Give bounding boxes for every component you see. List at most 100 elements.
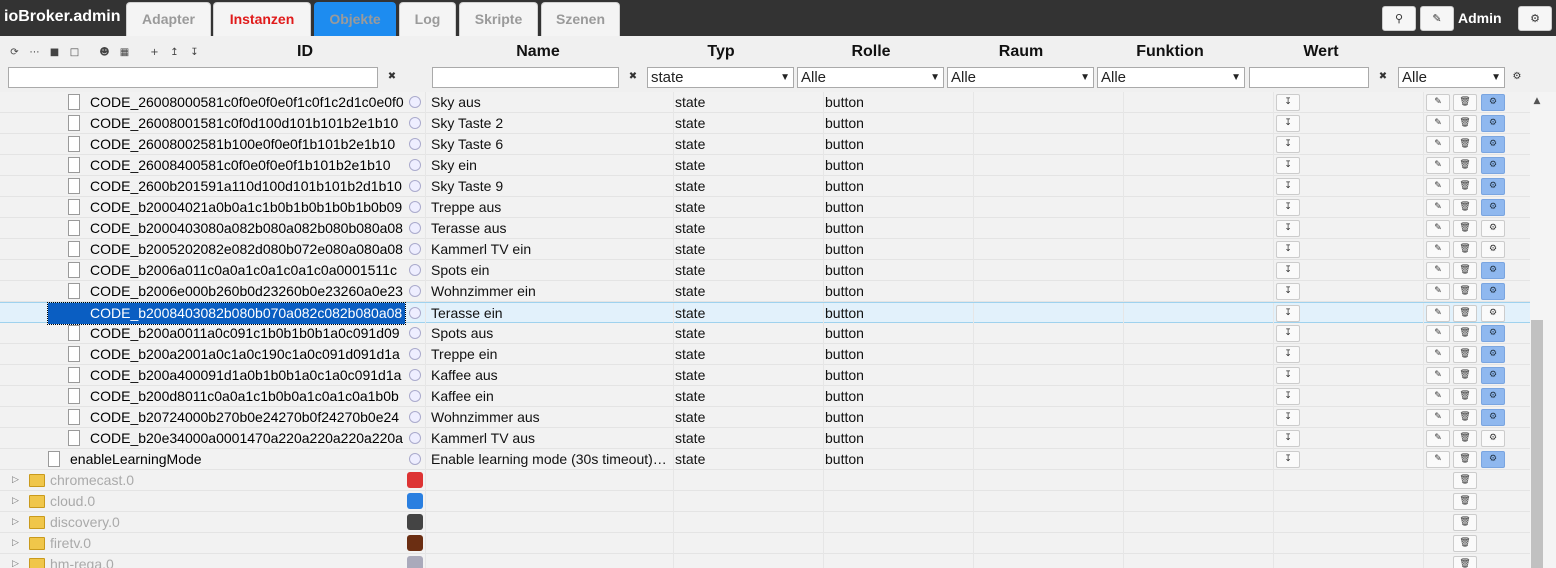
delete-object-button[interactable]: 🗑 [1453, 556, 1477, 568]
edit-object-button[interactable]: ✎ [1426, 115, 1450, 132]
object-name[interactable]: Wohnzimmer ein [431, 281, 671, 302]
name-filter-clear-button[interactable]: ✖ [626, 70, 640, 84]
object-name[interactable]: Kaffee aus [431, 365, 671, 386]
table-row[interactable]: CODE_b2006a011c0a0a1c0a1c0a1c0a0001511c S… [0, 260, 1530, 281]
table-row[interactable]: CODE_b2000403080a082b080a082b080b080a08 T… [0, 218, 1530, 239]
wert-filter-input[interactable] [1249, 67, 1369, 88]
object-id[interactable]: CODE_b200a400091d1a0b1b0b1a0c1a0c091d1a [90, 365, 405, 386]
delete-object-button[interactable]: 🗑 [1453, 136, 1477, 153]
object-id[interactable]: CODE_26008400581c0f0e0f0e0f1b101b2e1b10 [90, 155, 405, 176]
table-row[interactable]: CODE_26008001581c0f0d100d101b101b2e1b10 S… [0, 113, 1530, 134]
edit-object-button[interactable]: ✎ [1426, 157, 1450, 174]
users-button[interactable]: ☻ [96, 44, 113, 61]
edit-button[interactable]: ✎ [1420, 6, 1454, 31]
object-id[interactable]: CODE_b20e34000a0001470a220a220a220a220a [90, 428, 405, 449]
value-write-button[interactable]: ↧ [1276, 346, 1300, 363]
columns-button[interactable]: ▦ [116, 44, 133, 61]
expand-arrow-icon[interactable]: ▷ [12, 491, 19, 511]
value-write-button[interactable]: ↧ [1276, 409, 1300, 426]
value-write-button[interactable]: ↧ [1276, 262, 1300, 279]
table-row[interactable]: CODE_b20e34000a0001470a220a220a220a220a K… [0, 428, 1530, 449]
delete-object-button[interactable]: 🗑 [1453, 535, 1477, 552]
adapter-folder-row[interactable]: ▷ discovery.0 🗑 [0, 512, 1530, 533]
value-write-button[interactable]: ↧ [1276, 305, 1300, 322]
table-row[interactable]: CODE_b2008403082b080b070a082c082b080a08 T… [0, 302, 1530, 325]
adapter-id[interactable]: cloud.0 [50, 491, 390, 512]
object-id[interactable]: CODE_b200d8011c0a0a1c1b0b0a1c0a1c0a1b0b [90, 386, 405, 407]
object-name[interactable]: Treppe aus [431, 197, 671, 218]
object-settings-button[interactable]: ⚙ [1481, 346, 1505, 363]
table-row[interactable]: CODE_26008400581c0f0e0f0e0f1b101b2e1b10 S… [0, 155, 1530, 176]
table-row[interactable]: CODE_b200a0011a0c091c1b0b1b0b1a0c091d09 S… [0, 323, 1530, 344]
object-id[interactable]: CODE_b200a0011a0c091c1b0b1b0b1a0c091d09 [90, 323, 405, 344]
object-id[interactable]: CODE_b2006e000b260b0d23260b0e23260a0e23 [90, 281, 405, 302]
delete-object-button[interactable]: 🗑 [1453, 178, 1477, 195]
object-settings-button[interactable]: ⚙ [1481, 157, 1505, 174]
object-name[interactable]: Sky aus [431, 92, 671, 113]
value-write-button[interactable]: ↧ [1276, 136, 1300, 153]
adapter-folder-row[interactable]: ▷ cloud.0 🗑 [0, 491, 1530, 512]
object-id[interactable]: CODE_26008001581c0f0d100d101b101b2e1b10 [90, 113, 405, 134]
delete-object-button[interactable]: 🗑 [1453, 262, 1477, 279]
edit-object-button[interactable]: ✎ [1426, 305, 1450, 322]
object-settings-button[interactable]: ⚙ [1481, 325, 1505, 342]
object-name[interactable]: Terasse aus [431, 218, 671, 239]
table-row[interactable]: CODE_b200a2001a0c1a0c190c1a0c091d091d1a T… [0, 344, 1530, 365]
object-name[interactable]: Sky ein [431, 155, 671, 176]
object-settings-button[interactable]: ⚙ [1481, 199, 1505, 216]
delete-object-button[interactable]: 🗑 [1453, 409, 1477, 426]
funktion-filter-select[interactable]: Alle ▼ [1097, 67, 1245, 88]
filter-settings-button[interactable]: ⚙ [1510, 70, 1524, 84]
table-row[interactable]: CODE_b200d8011c0a0a1c1b0b0a1c0a1c0a1b0b K… [0, 386, 1530, 407]
download-button[interactable]: ↧ [186, 44, 203, 61]
delete-object-button[interactable]: 🗑 [1453, 346, 1477, 363]
adapter-id[interactable]: hm-rega.0 [50, 554, 390, 568]
object-settings-button[interactable]: ⚙ [1481, 283, 1505, 300]
delete-object-button[interactable]: 🗑 [1453, 493, 1477, 510]
delete-object-button[interactable]: 🗑 [1453, 325, 1477, 342]
expand-arrow-icon[interactable]: ▷ [12, 470, 19, 490]
delete-object-button[interactable]: 🗑 [1453, 283, 1477, 300]
settings-button[interactable]: ⚙ [1518, 6, 1552, 31]
object-id[interactable]: CODE_b2005202082e082d080b072e080a080a08 [90, 239, 405, 260]
object-name[interactable]: Kaffee ein [431, 386, 671, 407]
user-name[interactable]: Admin [1458, 10, 1502, 26]
expand-folders-button[interactable]: □ [66, 44, 83, 61]
value-write-button[interactable]: ↧ [1276, 367, 1300, 384]
delete-object-button[interactable]: 🗑 [1453, 157, 1477, 174]
delete-object-button[interactable]: 🗑 [1453, 241, 1477, 258]
tab-szenen[interactable]: Szenen [541, 2, 620, 36]
object-id[interactable]: CODE_b2006a011c0a0a1c0a1c0a1c0a0001511c [90, 260, 405, 281]
table-row[interactable]: CODE_b200a400091d1a0b1b0b1a0c1a0c091d1a K… [0, 365, 1530, 386]
table-row[interactable]: CODE_b2006e000b260b0d23260b0e23260a0e23 W… [0, 281, 1530, 302]
tab-log[interactable]: Log [399, 2, 456, 36]
adapter-folder-row[interactable]: ▷ chromecast.0 🗑 [0, 470, 1530, 491]
table-row[interactable]: CODE_26008002581b100e0f0e0f1b101b2e1b10 S… [0, 134, 1530, 155]
value-write-button[interactable]: ↧ [1276, 94, 1300, 111]
object-settings-button[interactable]: ⚙ [1481, 451, 1505, 468]
delete-object-button[interactable]: 🗑 [1453, 305, 1477, 322]
expand-arrow-icon[interactable]: ▷ [12, 512, 19, 532]
object-settings-button[interactable]: ⚙ [1481, 262, 1505, 279]
name-filter-input[interactable] [432, 67, 619, 88]
value-write-button[interactable]: ↧ [1276, 115, 1300, 132]
scrollbar-thumb[interactable] [1531, 320, 1543, 568]
delete-object-button[interactable]: 🗑 [1453, 94, 1477, 111]
object-name[interactable]: Sky Taste 6 [431, 134, 671, 155]
object-name[interactable]: Wohnzimmer aus [431, 407, 671, 428]
tab-instanzen[interactable]: Instanzen [213, 2, 311, 36]
value-write-button[interactable]: ↧ [1276, 157, 1300, 174]
object-id[interactable]: enableLearningMode [70, 449, 405, 470]
object-settings-button[interactable]: ⚙ [1481, 94, 1505, 111]
column-header-raum[interactable]: Raum [986, 43, 1056, 61]
object-id[interactable]: CODE_b20004021a0b0a1c1b0b1b0b1b0b1b0b09 [90, 197, 405, 218]
column-header-wert[interactable]: Wert [1290, 43, 1352, 61]
tab-skripte[interactable]: Skripte [459, 2, 538, 36]
object-name[interactable]: Kammerl TV aus [431, 428, 671, 449]
delete-object-button[interactable]: 🗑 [1453, 199, 1477, 216]
delete-object-button[interactable]: 🗑 [1453, 388, 1477, 405]
edit-object-button[interactable]: ✎ [1426, 94, 1450, 111]
table-row[interactable]: enableLearningMode Enable learning mode (… [0, 449, 1530, 470]
object-settings-button[interactable]: ⚙ [1481, 409, 1505, 426]
refresh-button[interactable]: ⟳ [6, 44, 23, 61]
